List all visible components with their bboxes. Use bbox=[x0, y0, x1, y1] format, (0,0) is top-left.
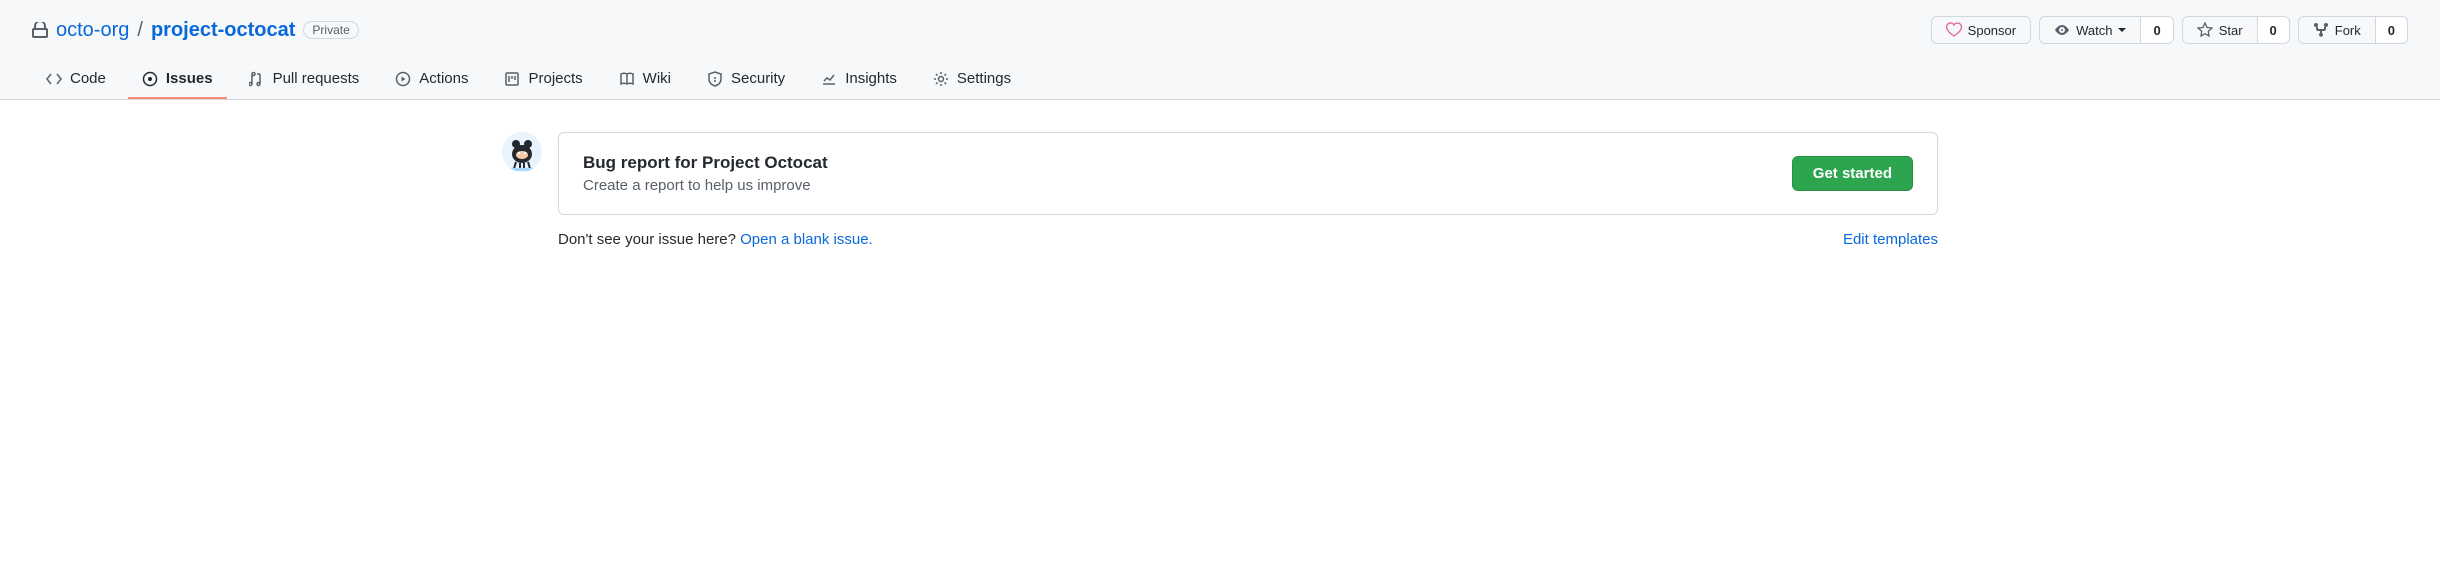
chevron-down-icon bbox=[2118, 28, 2126, 32]
heart-icon bbox=[1946, 22, 1962, 38]
star-label: Star bbox=[2219, 23, 2243, 38]
watch-label: Watch bbox=[2076, 23, 2112, 38]
tab-security-label: Security bbox=[731, 70, 785, 87]
edit-templates-link[interactable]: Edit templates bbox=[1843, 231, 1938, 248]
tab-insights[interactable]: Insights bbox=[807, 60, 911, 99]
watch-button[interactable]: Watch bbox=[2039, 16, 2141, 44]
tab-code[interactable]: Code bbox=[32, 60, 120, 99]
repo-actions: Sponsor Watch 0 Star bbox=[1931, 16, 2408, 44]
repo-owner-link[interactable]: octo-org bbox=[56, 19, 129, 42]
play-icon bbox=[395, 71, 411, 87]
tab-security[interactable]: Security bbox=[693, 60, 799, 99]
open-blank-issue-link[interactable]: Open a blank issue. bbox=[740, 231, 873, 248]
visibility-badge: Private bbox=[303, 21, 358, 39]
code-icon bbox=[46, 71, 62, 87]
repo-separator: / bbox=[137, 19, 143, 42]
watch-count[interactable]: 0 bbox=[2141, 16, 2173, 44]
avatar bbox=[502, 132, 542, 172]
project-icon bbox=[504, 71, 520, 87]
fork-button[interactable]: Fork bbox=[2298, 16, 2376, 44]
tab-issues-label: Issues bbox=[166, 70, 213, 87]
graph-icon bbox=[821, 71, 837, 87]
tab-code-label: Code bbox=[70, 70, 106, 87]
tab-insights-label: Insights bbox=[845, 70, 897, 87]
tab-issues[interactable]: Issues bbox=[128, 60, 227, 99]
sponsor-button[interactable]: Sponsor bbox=[1931, 16, 2031, 44]
sponsor-label: Sponsor bbox=[1968, 23, 2016, 38]
tab-actions[interactable]: Actions bbox=[381, 60, 482, 99]
issue-icon bbox=[142, 71, 158, 87]
template-description: Create a report to help us improve bbox=[583, 177, 828, 194]
pull-request-icon bbox=[249, 71, 265, 87]
eye-icon bbox=[2054, 22, 2070, 38]
template-title: Bug report for Project Octocat bbox=[583, 153, 828, 173]
issue-template-card: Bug report for Project Octocat Create a … bbox=[558, 132, 1938, 215]
lock-icon bbox=[32, 22, 48, 38]
star-count[interactable]: 0 bbox=[2258, 16, 2290, 44]
tab-projects-label: Projects bbox=[528, 70, 582, 87]
tab-wiki[interactable]: Wiki bbox=[605, 60, 685, 99]
book-icon bbox=[619, 71, 635, 87]
fork-icon bbox=[2313, 22, 2329, 38]
tab-settings-label: Settings bbox=[957, 70, 1011, 87]
tab-settings[interactable]: Settings bbox=[919, 60, 1025, 99]
tab-projects[interactable]: Projects bbox=[490, 60, 596, 99]
tab-pulls-label: Pull requests bbox=[273, 70, 360, 87]
blank-issue-prompt: Don't see your issue here? Open a blank … bbox=[558, 231, 873, 248]
fork-count[interactable]: 0 bbox=[2376, 16, 2408, 44]
gear-icon bbox=[933, 71, 949, 87]
tab-pulls[interactable]: Pull requests bbox=[235, 60, 374, 99]
tab-wiki-label: Wiki bbox=[643, 70, 671, 87]
get-started-button[interactable]: Get started bbox=[1792, 156, 1913, 191]
repo-title: octo-org / project-octocat Private bbox=[32, 19, 359, 42]
shield-icon bbox=[707, 71, 723, 87]
tab-actions-label: Actions bbox=[419, 70, 468, 87]
fork-label: Fork bbox=[2335, 23, 2361, 38]
repo-name-link[interactable]: project-octocat bbox=[151, 19, 295, 42]
star-icon bbox=[2197, 22, 2213, 38]
star-button[interactable]: Star bbox=[2182, 16, 2258, 44]
repo-nav: Code Issues Pull requests Actions Projec… bbox=[32, 60, 2408, 99]
